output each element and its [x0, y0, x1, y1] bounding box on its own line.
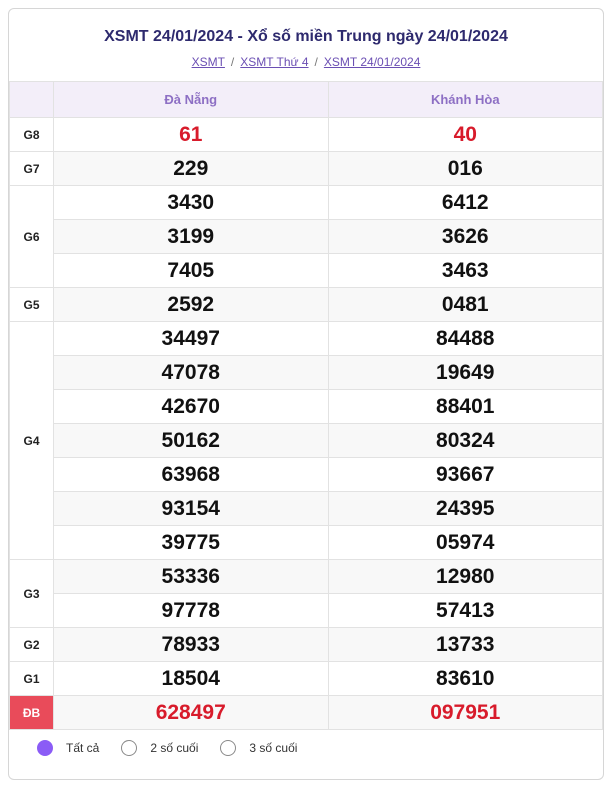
prize-label: G6: [9, 185, 54, 288]
prize-number-danang: 61: [53, 117, 329, 152]
column-header-danang: Đà Nẵng: [53, 81, 329, 118]
prize-label: G3: [9, 559, 54, 628]
prize-number-danang: 628497: [53, 695, 329, 730]
prize-number-danang: 53336: [53, 559, 329, 594]
breadcrumb: XSMT / XSMT Thứ 4 / XSMT 24/01/2024: [9, 55, 603, 69]
prize-number-khanhhoa: 80324: [327, 423, 603, 458]
prize-number-khanhhoa: 12980: [327, 559, 603, 594]
prize-number-khanhhoa: 83610: [327, 661, 603, 696]
filter-option-label: 2 số cuối: [150, 741, 199, 755]
table-row: G4 34497 84488: [9, 321, 603, 560]
prize-number-khanhhoa: 40: [327, 117, 603, 152]
prize-number-khanhhoa: 097951: [327, 695, 603, 730]
prize-number-khanhhoa: 24395: [327, 491, 603, 526]
filter-option-last-2[interactable]: 2 số cuối: [121, 740, 198, 756]
breadcrumb-link-xsmt[interactable]: XSMT: [192, 55, 225, 69]
prize-number-danang: 3430: [53, 185, 329, 220]
filter-option-all[interactable]: Tất cả: [37, 740, 99, 756]
breadcrumb-link-thu4[interactable]: XSMT Thứ 4: [240, 55, 308, 69]
prize-number-khanhhoa: 57413: [327, 593, 603, 628]
filter-option-label: 3 số cuối: [249, 741, 298, 755]
prize-number-khanhhoa: 84488: [327, 321, 603, 356]
prize-label: G4: [9, 321, 54, 560]
table-row: 42670 88401: [10, 389, 603, 424]
prize-number-khanhhoa: 3463: [327, 253, 603, 288]
prize-label: G1: [9, 661, 54, 696]
prize-number-danang: 18504: [53, 661, 329, 696]
radio-icon[interactable]: [121, 740, 138, 756]
results-card: XSMT 24/01/2024 - Xổ số miền Trung ngày …: [8, 8, 604, 780]
table-row: G8 61 40: [9, 117, 603, 152]
prize-label: ĐB: [9, 695, 54, 730]
number-filter: Tất cả 2 số cuối 3 số cuối: [37, 740, 319, 756]
prize-number-danang: 97778: [53, 593, 329, 628]
breadcrumb-link-date[interactable]: XSMT 24/01/2024: [324, 55, 421, 69]
prize-number-danang: 93154: [53, 491, 329, 526]
prize-number-khanhhoa: 6412: [327, 185, 603, 220]
radio-icon[interactable]: [220, 740, 237, 756]
prize-number-danang: 2592: [53, 287, 329, 322]
prize-number-khanhhoa: 3626: [327, 219, 603, 254]
table-row: G1 18504 83610: [9, 661, 603, 696]
table-row: G3 53336 12980: [9, 559, 603, 628]
prize-number-khanhhoa: 19649: [327, 355, 603, 390]
table-row: 50162 80324: [10, 423, 603, 458]
prize-number-danang: 78933: [53, 627, 329, 662]
table-row: ĐB 628497 097951: [9, 695, 603, 730]
prize-number-khanhhoa: 88401: [327, 389, 603, 424]
prize-label: G8: [9, 117, 54, 152]
prize-label: G2: [9, 627, 54, 662]
results-table-body: G8 61 40 G7 229 016 G6 3430 6412 3199 3626 7405 3463…: [9, 117, 603, 730]
breadcrumb-separator: /: [230, 55, 235, 69]
prize-number-khanhhoa: 93667: [327, 457, 603, 492]
prize-number-danang: 229: [53, 151, 329, 186]
table-row: 97778 57413: [10, 593, 603, 628]
prize-number-danang: 42670: [53, 389, 329, 424]
table-row: G6 3430 6412: [9, 185, 603, 288]
breadcrumb-separator: /: [314, 55, 318, 69]
filter-option-last-3[interactable]: 3 số cuối: [220, 740, 297, 756]
filter-option-label: Tất cả: [66, 741, 100, 755]
table-row: G7 229 016: [9, 151, 603, 186]
table-row: 39775 05974: [10, 525, 603, 560]
table-row: G2 78933 13733: [9, 627, 603, 662]
prize-number-danang: 7405: [53, 253, 329, 288]
radio-selected-icon[interactable]: [37, 740, 53, 756]
table-row: 3199 3626: [10, 219, 603, 254]
prize-label: G5: [9, 287, 54, 322]
prize-number-khanhhoa: 0481: [327, 287, 603, 322]
results-header: XSMT 24/01/2024 - Xổ số miền Trung ngày …: [9, 9, 603, 81]
column-header-khanhhoa: Khánh Hòa: [327, 81, 603, 118]
table-row: 47078 19649: [10, 355, 603, 390]
prize-number-danang: 63968: [53, 457, 329, 492]
table-header-corner: [9, 81, 54, 118]
table-row: G5 2592 0481: [9, 287, 603, 322]
prize-label: G7: [9, 151, 54, 186]
table-row: 63968 93667: [10, 457, 603, 492]
prize-number-danang: 3199: [53, 219, 329, 254]
table-header-row: Đà Nẵng Khánh Hòa: [9, 81, 603, 118]
prize-number-danang: 50162: [53, 423, 329, 458]
prize-number-khanhhoa: 016: [327, 151, 603, 186]
results-table: Đà Nẵng Khánh Hòa G8 61 40 G7 229 016 G6 3430 64…: [9, 81, 603, 730]
table-row: 93154 24395: [10, 491, 603, 526]
table-row: 7405 3463: [10, 253, 603, 288]
prize-number-danang: 34497: [53, 321, 329, 356]
prize-number-khanhhoa: 05974: [327, 525, 603, 560]
prize-number-danang: 47078: [53, 355, 329, 390]
prize-number-khanhhoa: 13733: [327, 627, 603, 662]
prize-number-danang: 39775: [53, 525, 329, 560]
page-title: XSMT 24/01/2024 - Xổ số miền Trung ngày …: [104, 28, 508, 45]
